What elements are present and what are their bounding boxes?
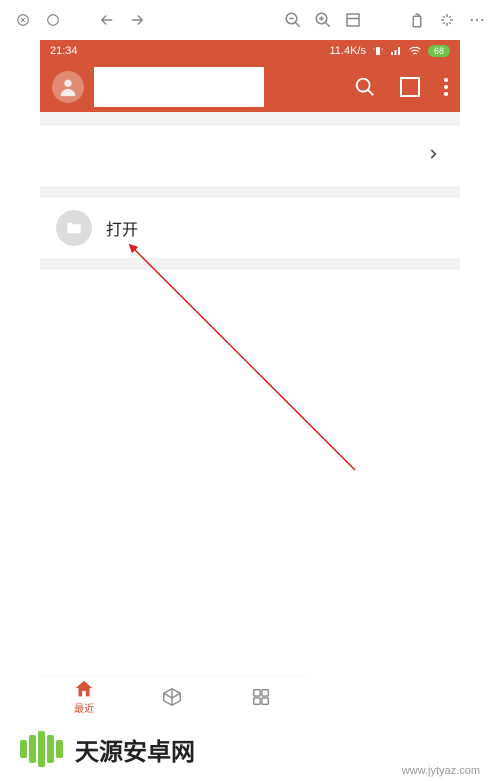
nav-box[interactable] (128, 686, 216, 708)
app-header (40, 62, 460, 112)
close-tab-icon[interactable] (10, 7, 36, 33)
square-icon[interactable] (400, 77, 420, 97)
footer-title: 天源安卓网 (75, 732, 195, 767)
forward-icon[interactable] (124, 7, 150, 33)
wifi-icon (408, 44, 422, 58)
footer-url: www.jytyaz.com (402, 765, 480, 777)
stop-icon[interactable] (40, 7, 66, 33)
bottom-nav: 最近 (40, 675, 305, 717)
nav-recent[interactable]: 最近 (40, 678, 128, 715)
back-icon[interactable] (94, 7, 120, 33)
title-area (94, 67, 264, 107)
status-bar: 21:34 11.4K/s 68 (40, 40, 460, 62)
nav-recent-label: 最近 (74, 700, 94, 715)
status-network: 11.4K/s (329, 45, 366, 57)
zoom-in-icon[interactable] (310, 7, 336, 33)
footer-bar: 天源安卓网 www.jytyaz.com (0, 717, 500, 781)
chevron-right-icon (426, 147, 440, 166)
more-icon[interactable] (464, 7, 490, 33)
vibrate-icon (372, 45, 384, 57)
signal-icon (390, 45, 402, 57)
zoom-out-icon[interactable] (280, 7, 306, 33)
status-time: 21:34 (50, 45, 78, 57)
search-icon[interactable] (354, 76, 376, 98)
phone-screenshot: 21:34 11.4K/s 68 (40, 40, 460, 680)
fit-icon[interactable] (340, 7, 366, 33)
nav-row[interactable] (40, 126, 460, 186)
menu-dots-icon[interactable] (444, 78, 448, 96)
nav-apps[interactable] (217, 686, 305, 708)
rotate-icon[interactable] (404, 7, 430, 33)
content-area: 打开 (40, 126, 460, 680)
battery-badge: 68 (428, 45, 450, 57)
folder-icon (56, 210, 92, 246)
sparkle-icon[interactable] (434, 7, 460, 33)
browser-toolbar (0, 0, 500, 40)
main-area (40, 270, 460, 680)
open-label: 打开 (106, 216, 138, 240)
open-row[interactable]: 打开 (40, 198, 460, 258)
footer-logo-icon (20, 731, 63, 767)
avatar[interactable] (52, 71, 84, 103)
